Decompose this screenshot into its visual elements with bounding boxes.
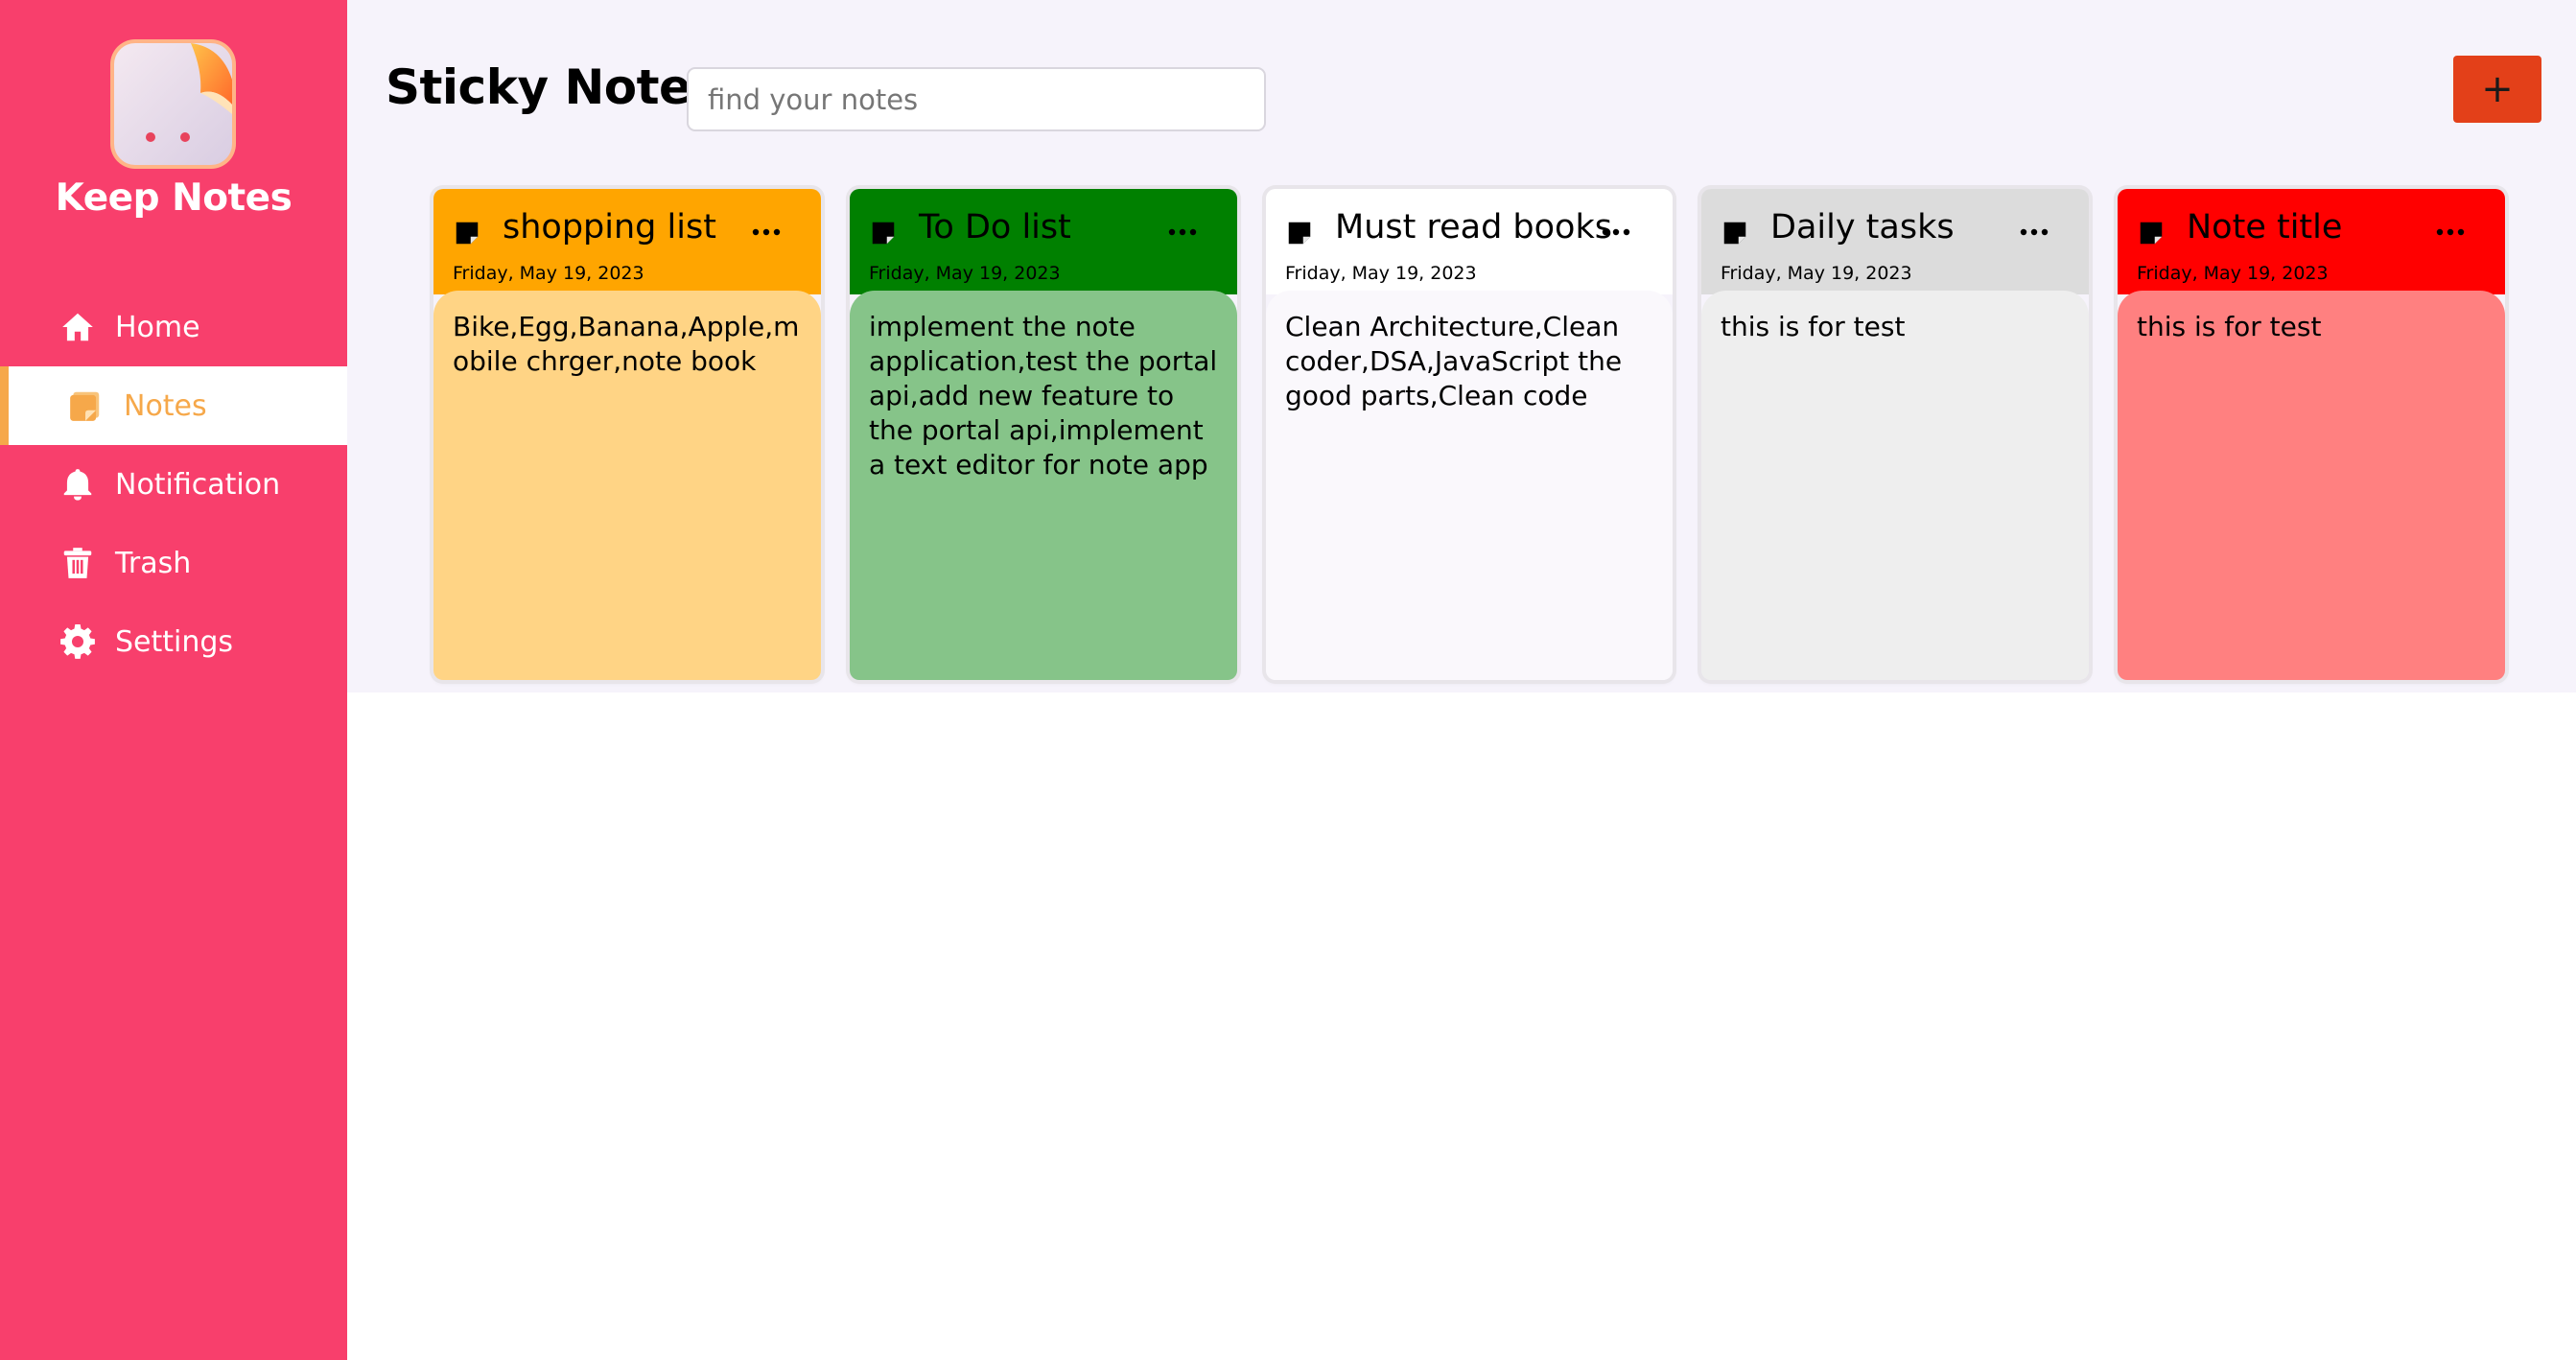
keep-notes-logo-icon xyxy=(110,39,236,169)
sticky-note-icon xyxy=(1723,222,1746,245)
sidebar-item-notification[interactable]: Notification xyxy=(0,445,347,524)
note-date: Friday, May 19, 2023 xyxy=(869,263,1061,284)
note-body: implement the note application,test the … xyxy=(850,291,1237,680)
note-card[interactable]: Note title Friday, May 19, 2023 this is … xyxy=(2118,189,2505,680)
note-card[interactable]: Must read books Friday, May 19, 2023 Cle… xyxy=(1266,189,1673,680)
note-card-header: Must read books Friday, May 19, 2023 xyxy=(1266,189,1673,294)
more-options-icon[interactable] xyxy=(1166,223,1199,242)
add-note-button[interactable]: + xyxy=(2453,56,2541,123)
sidebar: Keep Notes Home Notes Notification Trash… xyxy=(0,0,347,1360)
note-title: Note title xyxy=(2187,208,2343,246)
note-card-header: To Do list Friday, May 19, 2023 xyxy=(850,189,1237,294)
sticky-note-icon xyxy=(2140,222,2163,245)
sticky-note-icon xyxy=(456,222,479,245)
note-card[interactable]: shopping list Friday, May 19, 2023 Bike,… xyxy=(433,189,821,680)
more-options-icon[interactable] xyxy=(2434,223,2467,242)
more-options-icon[interactable] xyxy=(750,223,783,242)
note-body: Bike,Egg,Banana,Apple,mobile chrger,note… xyxy=(433,291,821,680)
note-title: To Do list xyxy=(919,208,1071,246)
note-date: Friday, May 19, 2023 xyxy=(1721,263,1912,284)
note-title: Daily tasks xyxy=(1770,208,1955,246)
note-body: Clean Architecture,Clean coder,DSA,JavaS… xyxy=(1266,291,1673,680)
sidebar-item-label: Notification xyxy=(115,467,281,502)
app-root: Keep Notes Home Notes Notification Trash… xyxy=(0,0,2576,1360)
note-date: Friday, May 19, 2023 xyxy=(2137,263,2329,284)
gear-icon xyxy=(60,623,95,659)
sidebar-item-label: Home xyxy=(115,310,200,344)
note-card-header: Note title Friday, May 19, 2023 xyxy=(2118,189,2505,294)
sidebar-item-trash[interactable]: Trash xyxy=(0,524,347,602)
more-options-icon[interactable] xyxy=(2018,223,2050,242)
sidebar-item-label: Notes xyxy=(124,388,207,423)
note-title: Must read books xyxy=(1335,208,1612,246)
sidebar-item-notes[interactable]: Notes xyxy=(0,366,347,445)
sidebar-item-label: Trash xyxy=(115,546,192,580)
note-title: shopping list xyxy=(503,208,716,246)
note-icon xyxy=(70,391,100,421)
bell-icon xyxy=(63,469,92,501)
note-body: this is for test xyxy=(1701,291,2089,680)
note-body: this is for test xyxy=(2118,291,2505,680)
search-input[interactable] xyxy=(687,67,1266,131)
sticky-note-icon xyxy=(872,222,895,245)
page-title: Sticky Note xyxy=(386,59,691,115)
sidebar-item-settings[interactable]: Settings xyxy=(0,602,347,681)
note-card-header: shopping list Friday, May 19, 2023 xyxy=(433,189,821,294)
sidebar-item-label: Settings xyxy=(115,624,234,659)
note-card[interactable]: Daily tasks Friday, May 19, 2023 this is… xyxy=(1701,189,2089,680)
sidebar-item-home[interactable]: Home xyxy=(0,288,347,366)
more-options-icon[interactable] xyxy=(1600,223,1632,242)
brand-name: Keep Notes xyxy=(55,176,293,220)
trash-icon xyxy=(63,548,92,578)
sticky-note-icon xyxy=(1288,222,1311,245)
note-card-header: Daily tasks Friday, May 19, 2023 xyxy=(1701,189,2089,294)
note-card[interactable]: To Do list Friday, May 19, 2023 implemen… xyxy=(850,189,1237,680)
note-date: Friday, May 19, 2023 xyxy=(453,263,644,284)
note-date: Friday, May 19, 2023 xyxy=(1285,263,1477,284)
home-icon xyxy=(62,313,93,341)
